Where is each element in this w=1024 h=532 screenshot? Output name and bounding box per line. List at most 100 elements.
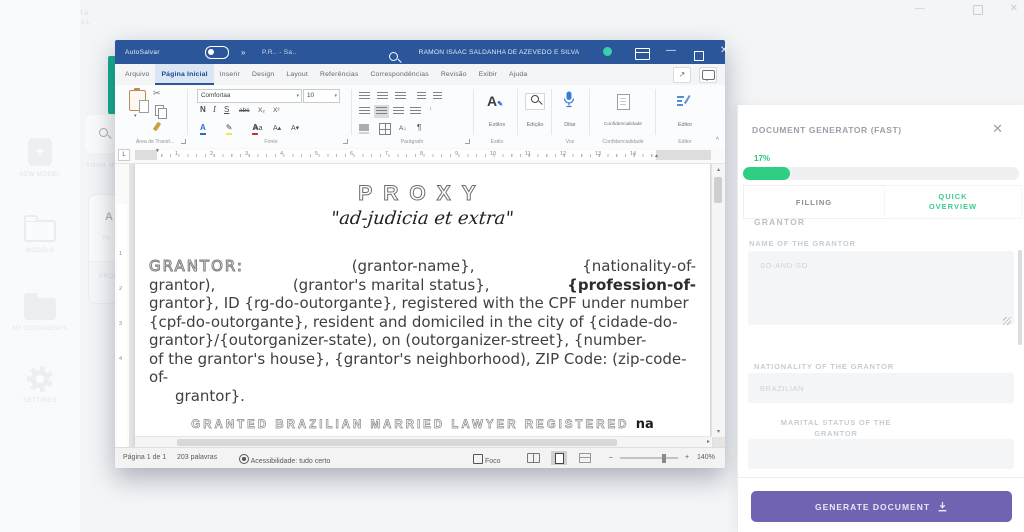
paste-dropdown-icon[interactable]: ▾ (134, 113, 137, 119)
tab-correspondencias[interactable]: Correspondências (364, 64, 434, 85)
quick-access-chevrons-icon[interactable]: » (241, 48, 246, 57)
v-scroll-thumb[interactable] (714, 177, 722, 203)
grantor-marital-status-input[interactable] (748, 439, 1014, 469)
strikethrough-button[interactable]: abc (239, 106, 249, 116)
shrink-font-button[interactable]: A▾ (291, 124, 299, 134)
sidebar-item-models[interactable]: MODELS (0, 212, 80, 254)
text-effects-icon[interactable]: A (200, 123, 206, 132)
collapse-ribbon-icon[interactable]: ^ (716, 137, 719, 144)
sort-icon[interactable]: A↓ (399, 124, 407, 134)
tab-pagina-inicial[interactable]: Página Inicial (155, 64, 213, 85)
print-layout-button[interactable] (551, 451, 567, 465)
font-dialog-launcher[interactable] (343, 139, 348, 144)
sidebar-item-my-documents[interactable]: MY DOCUMENTS (0, 290, 80, 332)
tab-layout[interactable]: Layout (280, 64, 314, 85)
grow-font-button[interactable]: A▴ (273, 124, 281, 134)
tab-revisao[interactable]: Revisão (435, 64, 473, 85)
word-close-button[interactable]: ✕ (720, 45, 728, 56)
align-right-icon[interactable] (393, 107, 404, 116)
tab-design[interactable]: Design (246, 64, 280, 85)
tab-filling[interactable]: FILLING (743, 185, 885, 219)
tab-quick-overview[interactable]: QUICKOVERVIEW (884, 185, 1022, 219)
copy-icon[interactable] (155, 105, 164, 118)
panel-scrollbar-thumb[interactable] (1018, 250, 1022, 345)
scroll-right-icon[interactable]: ▸ (707, 438, 710, 445)
generate-document-button[interactable]: GENERATE DOCUMENT (751, 491, 1012, 522)
word-count[interactable]: 203 palavras (177, 454, 217, 461)
multilevel-list-icon[interactable] (395, 92, 406, 101)
app-maximize-button[interactable] (951, 3, 983, 15)
paragraph-dialog-launcher[interactable] (465, 139, 470, 144)
font-size-combo[interactable]: 10 ▾ (303, 89, 340, 103)
zoom-slider[interactable] (620, 457, 678, 459)
zoom-slider-thumb[interactable] (662, 454, 666, 463)
app-minimize-button[interactable]: — (915, 3, 925, 15)
comments-icon[interactable] (699, 67, 717, 83)
styles-icon[interactable]: A✎ (487, 93, 503, 109)
underline-button[interactable]: S (224, 105, 229, 115)
format-painter-icon[interactable] (155, 122, 159, 133)
h-scroll-thumb[interactable] (177, 439, 617, 446)
sidebar-item-settings[interactable]: SETTINGS (0, 366, 80, 404)
numbered-list-icon[interactable] (377, 92, 388, 101)
focus-button[interactable]: Foco (473, 454, 501, 465)
grantor-nationality-input[interactable] (748, 373, 1014, 403)
autosave-toggle[interactable] (205, 46, 229, 59)
right-indent-marker[interactable]: ▲ (654, 153, 659, 159)
superscript-button[interactable]: X² (273, 106, 280, 116)
bold-button[interactable]: N (200, 105, 206, 115)
horizontal-ruler[interactable]: L 1234567891011121314 ▼ ▲ (115, 147, 725, 164)
bullet-list-icon[interactable] (359, 92, 370, 101)
tab-stop-selector[interactable]: L (118, 149, 130, 161)
tab-ajuda[interactable]: Ajuda (503, 64, 533, 85)
decrease-indent-icon[interactable] (417, 92, 426, 101)
word-search-icon[interactable] (389, 52, 398, 61)
read-mode-button[interactable] (525, 451, 541, 465)
font-name-combo[interactable]: Comfortaa ▾ (197, 89, 302, 103)
page-indicator[interactable]: Página 1 de 1 (123, 454, 166, 461)
grantor-name-textarea[interactable] (748, 251, 1014, 325)
scroll-down-icon[interactable]: ▾ (712, 428, 725, 435)
shading-icon[interactable] (359, 124, 369, 131)
dictate-icon[interactable] (563, 91, 575, 110)
app-close-button[interactable]: ✕ (1010, 3, 1018, 15)
zoom-out-button[interactable]: – (609, 454, 613, 461)
justify-icon[interactable] (410, 107, 421, 116)
word-minimize-button[interactable]: — (666, 45, 676, 56)
web-layout-button[interactable] (577, 451, 593, 465)
tab-referencias[interactable]: Referências (314, 64, 364, 85)
zoom-in-button[interactable]: + (685, 454, 689, 461)
document-page[interactable]: PROXY "ad-judicia et extra" GRANTOR: (gr… (135, 164, 710, 448)
tab-inserir[interactable]: Inserir (214, 64, 246, 85)
panel-close-icon[interactable]: ✕ (992, 121, 1003, 137)
textarea-resize-handle[interactable] (1003, 317, 1011, 325)
tab-arquivo[interactable]: Arquivo (119, 64, 155, 85)
paste-button[interactable] (129, 90, 146, 113)
align-left-icon[interactable] (359, 107, 370, 116)
editing-button[interactable] (525, 93, 545, 110)
clipboard-dialog-launcher[interactable] (181, 139, 186, 144)
doc-subtitle: "ad-judicia et extra" (135, 208, 710, 229)
subscript-button[interactable]: X₂ (258, 106, 265, 116)
pilcrow-icon[interactable]: ¶ (417, 123, 421, 133)
align-center-icon[interactable] (376, 107, 387, 116)
italic-button[interactable]: I (213, 105, 216, 115)
line-spacing-icon[interactable]: ↕ (429, 106, 432, 112)
share-icon[interactable]: ↗ (673, 67, 691, 83)
scroll-up-icon[interactable]: ▴ (712, 166, 725, 173)
doc-vertical-scrollbar[interactable]: ▴ ▾ (711, 164, 725, 437)
ribbon-display-options-icon[interactable] (635, 47, 650, 65)
increase-indent-icon[interactable] (433, 92, 442, 101)
highlight-color-icon[interactable]: ✎ (226, 123, 233, 132)
change-case-button[interactable]: Aa (254, 124, 263, 134)
editor-icon[interactable] (675, 92, 691, 110)
confidentiality-icon[interactable] (617, 94, 630, 112)
sidebar-item-new-model[interactable]: + NEW MODEL (0, 138, 80, 178)
accessibility-status[interactable]: Acessibilidade: tudo certo (239, 454, 330, 465)
cut-icon[interactable]: ✂ (153, 88, 161, 99)
indent-marker[interactable]: ▼ (155, 148, 160, 154)
borders-icon[interactable] (379, 123, 391, 135)
tab-exibir[interactable]: Exibir (473, 64, 503, 85)
zoom-percentage[interactable]: 140% (697, 454, 715, 461)
vertical-ruler[interactable]: 1234 (115, 164, 130, 448)
